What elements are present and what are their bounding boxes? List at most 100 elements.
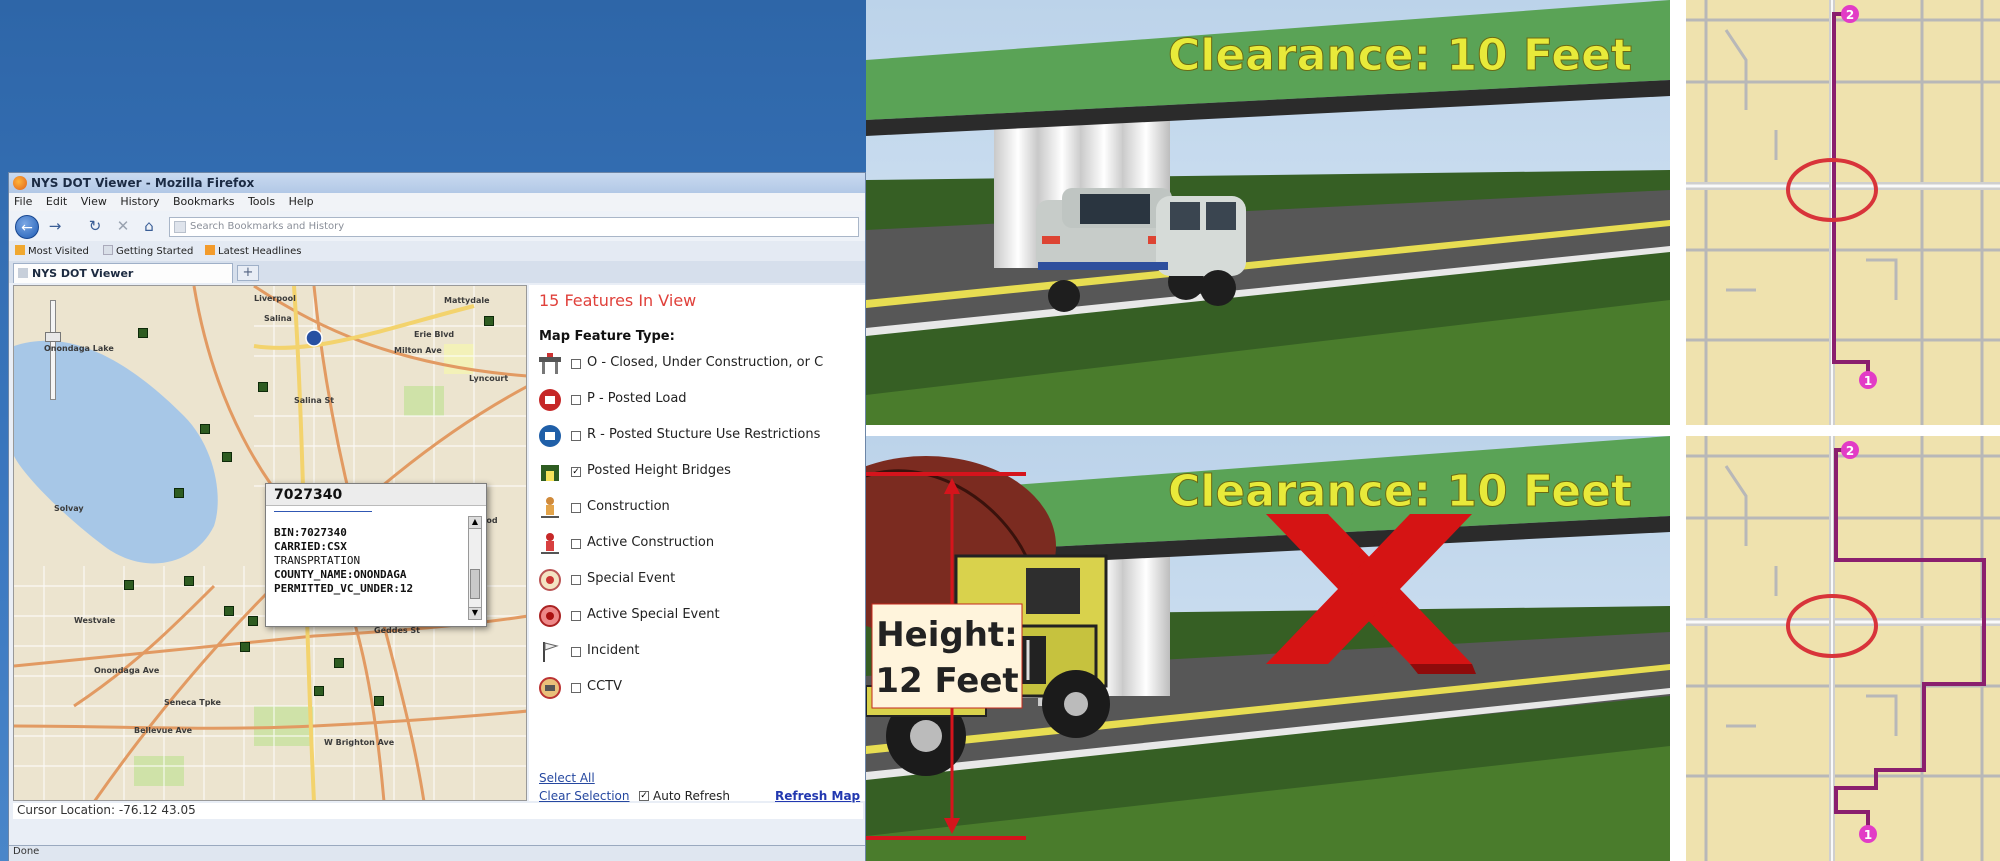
bridge-marker-icon[interactable] xyxy=(124,580,134,590)
special-event-icon xyxy=(539,569,561,591)
map-label: Onondaga Lake xyxy=(44,344,114,353)
bridge-marker-icon[interactable] xyxy=(240,642,250,652)
panel-divider xyxy=(866,425,2000,436)
map-label: Westvale xyxy=(74,616,116,625)
map-label: Milton Ave xyxy=(394,346,442,355)
feature-checkbox[interactable] xyxy=(571,359,581,369)
posted-load-icon xyxy=(539,389,561,411)
feature-label: Active Construction xyxy=(587,535,715,550)
bookmark-getting-started[interactable]: Getting Started xyxy=(103,245,193,257)
active-special-event-icon xyxy=(539,605,561,627)
cctv-icon xyxy=(539,677,561,699)
bridge-marker-icon[interactable] xyxy=(484,316,494,326)
tab-nys-dot-viewer[interactable]: NYS DOT Viewer xyxy=(13,263,233,283)
bridge-marker-icon[interactable] xyxy=(200,424,210,434)
popup-line-carried-cont: TRANSPRTATION xyxy=(274,554,361,567)
feature-row-height-bridges[interactable]: ✓ Posted Height Bridges xyxy=(537,457,867,493)
reload-icon[interactable]: ↻ xyxy=(85,217,105,235)
map-label: Erie Blvd xyxy=(414,330,455,339)
status-bar: Done xyxy=(9,845,865,861)
menu-edit[interactable]: Edit xyxy=(41,193,72,210)
feature-row-incident[interactable]: Incident xyxy=(537,637,867,673)
route-map-direct: 2 1 xyxy=(1686,0,2000,425)
restriction-icon xyxy=(539,425,561,447)
feature-checkbox[interactable] xyxy=(571,503,581,513)
forward-button[interactable]: → xyxy=(45,217,65,235)
feature-row-posted-load[interactable]: P - Posted Load xyxy=(537,385,867,421)
feature-checkbox[interactable] xyxy=(571,575,581,585)
menu-view[interactable]: View xyxy=(76,193,112,210)
feature-label: Special Event xyxy=(587,571,676,586)
bridge-marker-icon[interactable] xyxy=(174,488,184,498)
feature-checkbox[interactable] xyxy=(571,611,581,621)
bridge-marker-icon[interactable] xyxy=(314,686,324,696)
menu-bar: File Edit View History Bookmarks Tools H… xyxy=(9,193,865,211)
bookmark-most-visited[interactable]: Most Visited xyxy=(15,245,89,257)
map-label: Seneca Tpke xyxy=(164,698,221,707)
feature-checkbox[interactable] xyxy=(571,683,581,693)
feature-row-restrictions[interactable]: R - Posted Stucture Use Restrictions xyxy=(537,421,867,457)
feature-row-construction[interactable]: Construction xyxy=(537,493,867,529)
feature-checkbox[interactable] xyxy=(571,539,581,549)
popup-title: 7027340 xyxy=(266,484,486,506)
menu-bookmarks[interactable]: Bookmarks xyxy=(168,193,239,210)
bridge-marker-icon[interactable] xyxy=(224,606,234,616)
stop-icon[interactable]: ✕ xyxy=(113,217,133,235)
scroll-up-icon[interactable]: ▲ xyxy=(469,517,481,529)
bridge-marker-icon[interactable] xyxy=(184,576,194,586)
bridge-marker-icon[interactable] xyxy=(222,452,232,462)
bridge-marker-icon[interactable] xyxy=(374,696,384,706)
map-label: Mattydale xyxy=(444,296,490,305)
feature-row-cctv[interactable]: CCTV xyxy=(537,673,867,709)
menu-file[interactable]: File xyxy=(9,193,37,210)
feature-checkbox[interactable]: ✓ xyxy=(571,467,581,477)
popup-scrollbar[interactable]: ▲ ▼ xyxy=(468,516,482,620)
height-label-line1: Height: xyxy=(876,615,1018,655)
bookmark-latest-headlines[interactable]: Latest Headlines xyxy=(205,245,302,257)
map-label: Salina xyxy=(264,314,292,323)
construction-icon xyxy=(541,497,559,518)
feature-row-special-event[interactable]: Special Event xyxy=(537,565,867,601)
menu-help[interactable]: Help xyxy=(284,193,319,210)
scroll-down-icon[interactable]: ▼ xyxy=(469,607,481,619)
tab-strip: NYS DOT Viewer + xyxy=(9,261,865,283)
popup-zoom-link[interactable] xyxy=(274,508,372,512)
feature-row-closed[interactable]: O - Closed, Under Construction, or C xyxy=(537,349,867,385)
feature-checkbox[interactable] xyxy=(571,431,581,441)
bridge-marker-icon[interactable] xyxy=(138,328,148,338)
map-label: W Brighton Ave xyxy=(324,738,395,747)
feature-checkbox[interactable] xyxy=(571,395,581,405)
back-button[interactable]: ← xyxy=(15,215,39,239)
bridge-marker-icon[interactable] xyxy=(248,616,258,626)
feature-row-active-construction[interactable]: Active Construction xyxy=(537,529,867,565)
feature-checkbox[interactable] xyxy=(571,647,581,657)
feature-row-active-special-event[interactable]: Active Special Event xyxy=(537,601,867,637)
route-map-detour: 2 1 xyxy=(1686,436,2000,861)
browser-window: NYS DOT Viewer - Mozilla Firefox File Ed… xyxy=(8,172,866,861)
refresh-map-link[interactable]: Refresh Map xyxy=(775,789,860,803)
home-icon[interactable]: ⌂ xyxy=(139,217,159,235)
features-in-view-count: 15 Features In View xyxy=(539,291,697,310)
bridge-marker-icon[interactable] xyxy=(334,658,344,668)
url-input[interactable]: Search Bookmarks and History xyxy=(169,217,859,237)
auto-refresh-checkbox[interactable]: ✓ xyxy=(639,791,649,801)
zoom-slider-handle[interactable] xyxy=(45,332,61,342)
route-map-direct-canvas: 2 1 xyxy=(1686,0,2000,425)
clear-selection-link[interactable]: Clear Selection xyxy=(539,789,630,803)
star-icon xyxy=(15,245,25,255)
window-titlebar[interactable]: NYS DOT Viewer - Mozilla Firefox xyxy=(9,173,865,193)
feature-info-popup: 7027340 BIN:7027340 CARRIED:CSX TRANSPRT… xyxy=(265,483,487,627)
select-all-link[interactable]: Select All xyxy=(539,771,595,785)
bookmark-label: Latest Headlines xyxy=(218,246,302,257)
menu-tools[interactable]: Tools xyxy=(243,193,280,210)
map-label: Lyncourt xyxy=(469,374,509,383)
menu-history[interactable]: History xyxy=(115,193,164,210)
scroll-thumb[interactable] xyxy=(470,569,480,599)
new-tab-button[interactable]: + xyxy=(237,265,259,281)
bridge-marker-icon[interactable] xyxy=(258,382,268,392)
bookmark-label: Getting Started xyxy=(116,246,194,257)
feature-label: O - Closed, Under Construction, or C xyxy=(587,355,824,370)
route-end-label: 2 xyxy=(1846,8,1854,22)
popup-line-permitted: PERMITTED_VC_UNDER:12 xyxy=(274,582,414,595)
auto-refresh-label: Auto Refresh xyxy=(653,789,730,803)
